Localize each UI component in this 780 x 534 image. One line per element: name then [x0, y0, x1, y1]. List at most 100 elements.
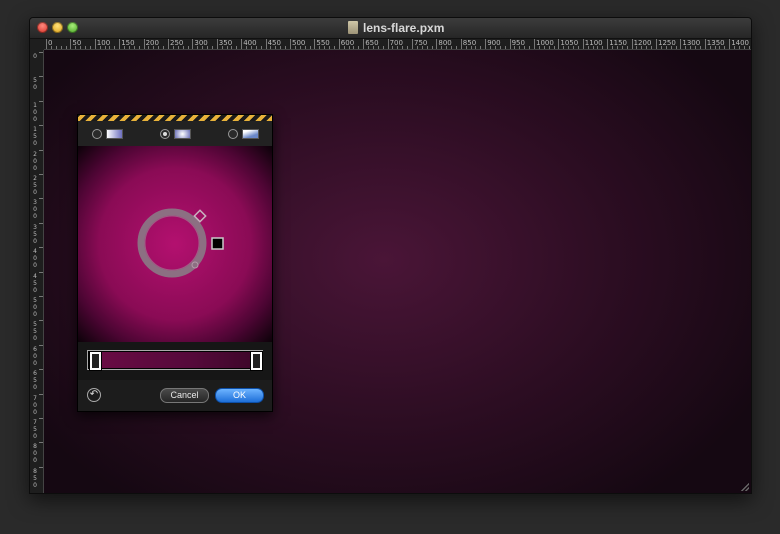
ruler-minor-tick	[382, 46, 384, 49]
reset-icon[interactable]: ↶	[87, 388, 101, 402]
ruler-tick	[39, 320, 43, 322]
ruler-tick	[338, 39, 340, 49]
ruler-tick	[656, 39, 657, 49]
ruler-tick	[46, 39, 47, 49]
angle-gradient-icon[interactable]	[242, 129, 259, 139]
ruler-tick	[39, 52, 43, 53]
minimize-window-button[interactable]	[52, 22, 63, 33]
ruler-minor-tick	[470, 46, 472, 49]
ruler-minor-tick	[187, 46, 189, 49]
ruler-label: 250	[33, 175, 37, 196]
ruler-minor-tick	[494, 46, 496, 49]
ruler-minor-tick	[392, 46, 394, 49]
ruler-minor-tick	[548, 46, 550, 49]
ruler-minor-tick	[250, 46, 252, 49]
ruler-minor-tick	[309, 46, 311, 49]
ruler-minor-tick	[172, 46, 174, 49]
ruler-minor-tick	[255, 46, 257, 49]
ruler-minor-tick	[75, 46, 77, 49]
ruler-minor-tick	[80, 46, 82, 49]
window-title: lens-flare.pxm	[363, 21, 445, 35]
ruler-minor-tick	[538, 46, 540, 49]
ruler-minor-tick	[612, 46, 614, 49]
ruler-label: 500	[33, 297, 37, 318]
ruler-label: 750	[33, 419, 37, 440]
ruler-minor-tick	[109, 46, 111, 49]
ruler-label: 550	[33, 321, 37, 343]
ruler-label: 450	[33, 272, 37, 294]
ruler-minor-tick	[372, 46, 374, 49]
ruler-tick	[631, 39, 633, 49]
gradient-bar[interactable]	[87, 350, 263, 370]
ruler-minor-tick	[128, 46, 130, 49]
ruler-minor-tick	[602, 46, 604, 49]
ruler-label: 100	[33, 101, 37, 123]
ruler-tick	[39, 296, 43, 297]
ruler-minor-tick	[665, 46, 667, 49]
ruler-minor-tick	[431, 46, 433, 49]
title-bar[interactable]: lens-flare.pxm	[30, 18, 751, 39]
ruler-tick	[39, 418, 43, 419]
ruler-tick	[607, 39, 609, 49]
ruler-tick	[39, 125, 43, 127]
ruler-minor-tick	[646, 46, 648, 49]
ruler-tick	[168, 39, 169, 49]
ruler-minor-tick	[719, 46, 721, 49]
zoom-window-button[interactable]	[67, 22, 78, 33]
gradient-end-handle[interactable]	[211, 237, 224, 250]
ruler-minor-tick	[577, 46, 579, 49]
gradient-stop-start[interactable]	[90, 352, 101, 370]
ruler-tick	[39, 149, 43, 151]
ruler-minor-tick	[158, 46, 160, 49]
ruler-tick	[216, 39, 218, 49]
ruler-tick	[39, 369, 43, 371]
ruler-tick	[39, 222, 43, 224]
ruler-minor-tick	[60, 46, 62, 49]
ruler-label: 800	[33, 443, 37, 465]
document-icon	[348, 21, 358, 34]
gradient-stop-end[interactable]	[251, 352, 262, 370]
ruler-minor-tick	[514, 46, 516, 49]
ruler-minor-tick	[426, 46, 428, 49]
ruler-minor-tick	[319, 46, 321, 49]
ruler-minor-tick	[85, 46, 87, 49]
ruler-label: 600	[33, 345, 37, 367]
ruler-minor-tick	[114, 46, 116, 49]
ruler-minor-tick	[104, 46, 106, 49]
linear-gradient-icon[interactable]	[106, 129, 123, 139]
ruler-minor-tick	[138, 46, 140, 49]
resize-grip-icon[interactable]	[741, 483, 749, 491]
ruler-minor-tick	[280, 46, 282, 49]
ruler-label: 0	[33, 53, 37, 60]
ruler-minor-tick	[377, 46, 379, 49]
horizontal-ruler: 0 50 100 150 200 250 300 350 400 450 500 550 600 650 7…	[44, 39, 751, 50]
ruler-tick	[39, 393, 43, 395]
ruler-minor-tick	[709, 46, 711, 49]
ruler-minor-tick	[55, 46, 57, 49]
gradient-radius-ring[interactable]	[137, 208, 207, 278]
radial-gradient-radio[interactable]	[160, 129, 170, 139]
ruler-minor-tick	[99, 46, 101, 49]
ruler-minor-tick	[304, 46, 306, 49]
ruler-minor-tick	[421, 46, 423, 49]
ruler-minor-tick	[616, 46, 618, 49]
ruler-minor-tick	[734, 46, 736, 49]
ruler-tick	[39, 247, 43, 249]
ruler-tick	[729, 39, 731, 49]
ruler-minor-tick	[197, 46, 199, 49]
angle-gradient-radio[interactable]	[228, 129, 238, 139]
ruler-tick	[70, 39, 72, 49]
ruler-minor-tick	[397, 46, 399, 49]
ruler-tick	[534, 39, 535, 49]
ruler-tick	[39, 466, 43, 468]
ruler-minor-tick	[441, 46, 443, 49]
cancel-button[interactable]: Cancel	[160, 388, 209, 403]
close-window-button[interactable]	[37, 22, 48, 33]
ruler-label: 300	[33, 199, 37, 221]
ruler-minor-tick	[499, 46, 501, 49]
ruler-tick	[680, 39, 682, 49]
linear-gradient-radio[interactable]	[92, 129, 102, 139]
gradient-preview[interactable]	[78, 146, 272, 342]
ok-button[interactable]: OK	[215, 388, 264, 403]
radial-gradient-icon[interactable]	[174, 129, 191, 139]
